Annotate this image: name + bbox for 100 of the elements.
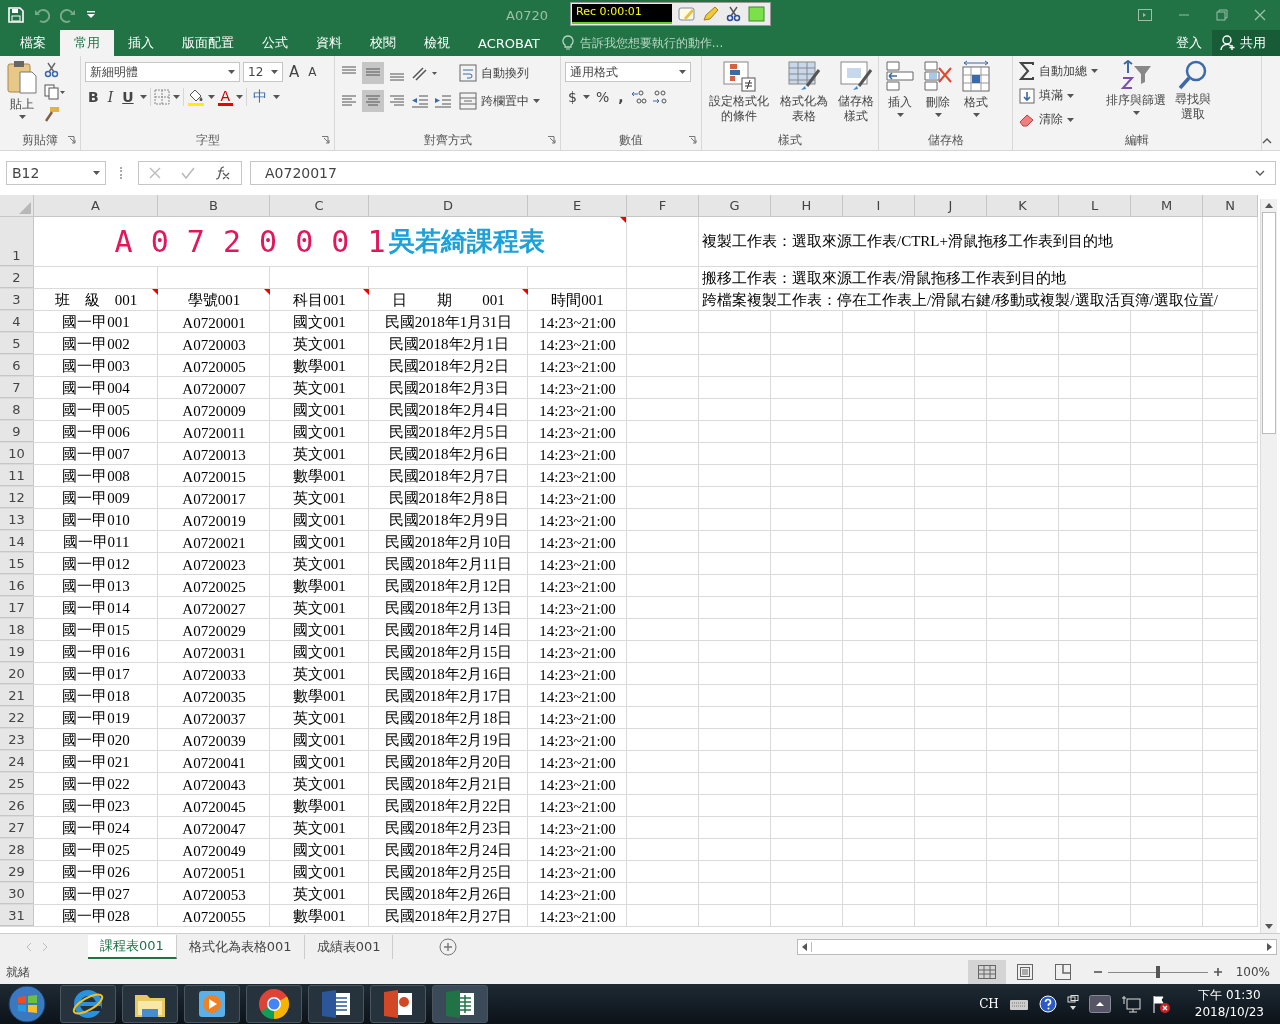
document-app-icon[interactable] bbox=[320, 989, 352, 1019]
grow-font-button[interactable]: A bbox=[286, 63, 303, 81]
row-header[interactable]: 29 bbox=[0, 861, 34, 882]
paste-button[interactable]: 貼上 bbox=[4, 60, 40, 119]
column-header[interactable]: N bbox=[1203, 195, 1258, 217]
insert-cells-button[interactable]: 插入 bbox=[883, 60, 917, 117]
restore-icon[interactable] bbox=[1216, 9, 1228, 21]
fill-color-icon[interactable] bbox=[186, 88, 205, 106]
launcher-icon[interactable] bbox=[68, 136, 76, 144]
scroll-left-icon[interactable] bbox=[802, 943, 808, 951]
row-header[interactable]: 30 bbox=[0, 883, 34, 904]
shrink-font-button[interactable]: A bbox=[305, 65, 320, 79]
name-box[interactable]: B12 bbox=[6, 161, 106, 185]
zoom-out-icon[interactable] bbox=[1093, 968, 1102, 976]
menu-tab[interactable]: ACROBAT bbox=[464, 30, 554, 56]
insert-function-icon[interactable] bbox=[215, 166, 231, 180]
row-header[interactable]: 12 bbox=[0, 487, 34, 508]
column-header[interactable]: J bbox=[915, 195, 987, 217]
merge-center-button[interactable]: 跨欄置中 bbox=[457, 90, 542, 112]
row-header[interactable]: 3 bbox=[0, 289, 34, 310]
redo-icon[interactable] bbox=[60, 7, 76, 23]
column-header[interactable]: L bbox=[1059, 195, 1131, 217]
font-color-button[interactable]: A bbox=[217, 88, 234, 106]
stop-icon[interactable] bbox=[748, 6, 766, 22]
tell-me-field[interactable]: 告訴我您想要執行的動作... bbox=[577, 35, 782, 51]
delete-cells-button[interactable]: 刪除 bbox=[921, 60, 955, 117]
expand-icon[interactable] bbox=[1255, 170, 1265, 176]
sign-in-link[interactable]: 登入 bbox=[1176, 34, 1202, 52]
italic-button[interactable]: I bbox=[104, 89, 117, 105]
customize-icon[interactable] bbox=[86, 10, 96, 20]
collapse-ribbon-icon[interactable] bbox=[1262, 138, 1272, 144]
fill-button[interactable]: 填滿 bbox=[1017, 85, 1100, 106]
scissors-icon[interactable] bbox=[44, 62, 60, 78]
row-header[interactable]: 2 bbox=[0, 267, 34, 288]
row-header[interactable]: 28 bbox=[0, 839, 34, 860]
conditional-formatting-button[interactable]: 設定格式化的條件 bbox=[706, 60, 773, 124]
row-header[interactable]: 13 bbox=[0, 509, 34, 530]
row-header[interactable]: 16 bbox=[0, 575, 34, 596]
menu-tab[interactable]: 資料 bbox=[302, 30, 356, 56]
horizontal-scrollbar[interactable] bbox=[797, 939, 1278, 955]
copy-icon[interactable] bbox=[44, 84, 66, 100]
column-header[interactable]: F bbox=[627, 195, 699, 217]
browser-e-icon[interactable] bbox=[71, 988, 105, 1020]
row-header[interactable]: 1 bbox=[0, 217, 34, 266]
row-header[interactable]: 20 bbox=[0, 663, 34, 684]
column-header[interactable]: K bbox=[987, 195, 1059, 217]
menu-tab[interactable]: 校閱 bbox=[356, 30, 410, 56]
add-sheet-icon[interactable] bbox=[439, 938, 458, 956]
column-header[interactable]: G bbox=[699, 195, 771, 217]
pencil-icon[interactable] bbox=[702, 6, 720, 22]
column-header[interactable]: C bbox=[270, 195, 369, 217]
menu-tab[interactable]: 公式 bbox=[248, 30, 302, 56]
sheet-tab[interactable]: 課程表001 bbox=[88, 935, 177, 959]
scroll-right-icon[interactable] bbox=[1267, 943, 1273, 951]
row-header[interactable]: 31 bbox=[0, 905, 34, 926]
language-indicator[interactable]: CH bbox=[979, 997, 999, 1011]
column-header[interactable]: B bbox=[158, 195, 270, 217]
row-header[interactable]: 5 bbox=[0, 333, 34, 354]
scroll-thumb[interactable] bbox=[1262, 212, 1276, 434]
network-icon[interactable] bbox=[1120, 995, 1141, 1013]
start-button[interactable] bbox=[8, 985, 46, 1023]
media-player-icon[interactable] bbox=[197, 989, 227, 1019]
view-button[interactable] bbox=[967, 960, 1006, 984]
bold-button[interactable]: B bbox=[85, 89, 102, 105]
sheet-tab[interactable]: 成績表001 bbox=[304, 935, 394, 959]
row-header[interactable]: 27 bbox=[0, 817, 34, 838]
wrap-text-button[interactable]: 自動換列 bbox=[457, 62, 542, 84]
row-header[interactable]: 14 bbox=[0, 531, 34, 552]
row-header[interactable]: 9 bbox=[0, 421, 34, 442]
clear-button[interactable]: 清除 bbox=[1017, 109, 1100, 130]
font-size-field[interactable]: 12 bbox=[243, 62, 283, 82]
row-header[interactable]: 10 bbox=[0, 443, 34, 464]
close-icon[interactable] bbox=[1254, 9, 1266, 21]
column-header[interactable]: D bbox=[369, 195, 528, 217]
sort-filter-button[interactable]: 排序與篩選 bbox=[1104, 60, 1168, 115]
menu-tab[interactable]: 檢視 bbox=[410, 30, 464, 56]
launcher-icon[interactable] bbox=[322, 136, 330, 144]
row-header[interactable]: 23 bbox=[0, 729, 34, 750]
cell-styles-button[interactable]: 儲存格樣式 bbox=[834, 60, 878, 124]
row-header[interactable]: 21 bbox=[0, 685, 34, 706]
row-header[interactable]: 26 bbox=[0, 795, 34, 816]
show-hidden-icons[interactable] bbox=[1088, 995, 1111, 1013]
zoom-in-icon[interactable] bbox=[1213, 968, 1222, 976]
share-button[interactable]: 共用 bbox=[1212, 30, 1280, 56]
scroll-up-icon[interactable] bbox=[1265, 203, 1273, 208]
font-name-field[interactable]: 新細明體 bbox=[85, 62, 240, 82]
column-header[interactable]: I bbox=[843, 195, 915, 217]
format-cells-button[interactable]: 格式 bbox=[959, 60, 993, 117]
ribbon-display-icon[interactable] bbox=[1138, 9, 1152, 21]
presentation-app-icon[interactable] bbox=[382, 989, 414, 1019]
column-header[interactable]: E bbox=[528, 195, 627, 217]
column-header[interactable]: H bbox=[771, 195, 843, 217]
chrome-icon[interactable] bbox=[258, 988, 290, 1020]
increase-decimal-icon[interactable] bbox=[629, 88, 648, 106]
menu-tab[interactable]: 版面配置 bbox=[168, 30, 248, 56]
comma-button[interactable]: , bbox=[615, 89, 627, 105]
formula-field[interactable]: A0720017 bbox=[250, 161, 1276, 185]
row-header[interactable]: 22 bbox=[0, 707, 34, 728]
undo-icon[interactable] bbox=[34, 7, 50, 23]
flag-error-icon[interactable] bbox=[1150, 994, 1171, 1014]
